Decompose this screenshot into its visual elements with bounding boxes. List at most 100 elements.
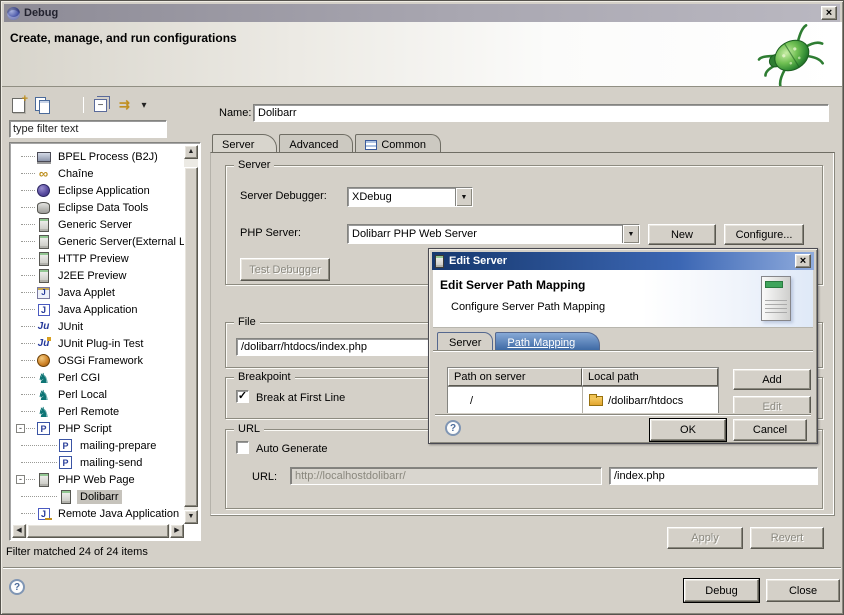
duplicate-config-icon[interactable]: [33, 96, 52, 114]
tree-item-http-preview[interactable]: HTTP Preview: [12, 250, 184, 267]
auto-generate-checkbox[interactable]: [236, 441, 249, 454]
tree-indent: [12, 301, 36, 318]
edit-mapping-button[interactable]: Edit: [733, 396, 811, 413]
name-input[interactable]: Dolibarr: [253, 104, 829, 122]
tree-item-eclipse-application[interactable]: Eclipse Application: [12, 182, 184, 199]
tree-item-label: Java Application: [55, 303, 141, 317]
tree-hscrollbar[interactable]: ◀ ▶: [12, 524, 184, 538]
filter-input[interactable]: type filter text: [9, 120, 167, 138]
tree-item-dolibarr[interactable]: Dolibarr: [12, 488, 184, 505]
launch-tree: BPEL Process (B2J)ChaîneEclipse Applicat…: [9, 142, 201, 541]
folder-icon: [589, 396, 603, 406]
tree-item-eclipse-data-tools[interactable]: Eclipse Data Tools: [12, 199, 184, 216]
tab-server[interactable]: Server: [212, 134, 277, 153]
tree-indent: [12, 488, 58, 505]
dialog-content: Path on serverLocal path //dolibarr/htdo…: [433, 350, 813, 413]
debug-button[interactable]: Debug: [684, 579, 759, 602]
new-server-button[interactable]: New: [648, 224, 716, 245]
tree-item-mailing-prepare[interactable]: mailing-prepare: [12, 437, 184, 454]
cancel-button[interactable]: Cancel: [733, 419, 807, 441]
edit-server-dialog: Edit Server × Edit Server Path Mapping C…: [428, 248, 818, 444]
server-debugger-select[interactable]: XDebug: [347, 187, 473, 207]
revert-button[interactable]: Revert: [750, 527, 824, 549]
php-server-select[interactable]: Dolibarr PHP Web Server: [347, 224, 640, 244]
tree-item-mailing-send[interactable]: mailing-send: [12, 454, 184, 471]
tab-advanced[interactable]: Advanced: [279, 134, 353, 153]
break-first-line-checkbox[interactable]: ✓: [236, 390, 249, 403]
file-group-title: File: [234, 316, 260, 328]
dialog-tab-path-mapping[interactable]: Path Mapping: [495, 332, 600, 351]
scroll-up-arrow[interactable]: ▲: [184, 145, 198, 159]
new-config-icon[interactable]: [9, 96, 28, 114]
tree-item-label: J2EE Preview: [55, 269, 129, 283]
dialog-help-icon[interactable]: ?: [445, 420, 461, 436]
delete-config-icon[interactable]: [57, 96, 76, 114]
tree-vscrollbar[interactable]: ▲ ▼: [184, 145, 198, 524]
tree-hscrollbar-thumb[interactable]: [27, 524, 169, 538]
tree-item-remote-java-application[interactable]: Remote Java Application: [12, 505, 184, 522]
column-header-path-on-server[interactable]: Path on server: [448, 368, 582, 386]
tree-item-junit[interactable]: JUnit: [12, 318, 184, 335]
ok-button[interactable]: OK: [650, 419, 726, 441]
tree-item-osgi-framework[interactable]: OSGi Framework: [12, 352, 184, 369]
tree-item-j2ee-preview[interactable]: J2EE Preview: [12, 267, 184, 284]
tree-item-junit-plug-in-test[interactable]: JUnit Plug-in Test: [12, 335, 184, 352]
url-path-input[interactable]: /index.php: [609, 467, 818, 485]
scroll-down-arrow[interactable]: ▼: [184, 510, 198, 524]
remote-java-icon: [36, 506, 51, 521]
help-icon[interactable]: ?: [9, 579, 25, 595]
tree-item-label: Perl Remote: [55, 405, 122, 419]
apply-button[interactable]: Apply: [667, 527, 743, 549]
tree-item-perl-remote[interactable]: Perl Remote: [12, 403, 184, 420]
dialog-header-subtitle: Configure Server Path Mapping: [451, 301, 605, 313]
close-button[interactable]: Close: [766, 579, 840, 602]
filter-config-icon[interactable]: [115, 96, 134, 114]
tree-item-label: Remote Java Application: [55, 507, 182, 521]
tree-indent: [12, 250, 36, 267]
dialog-tab-server[interactable]: Server: [437, 332, 493, 351]
configure-server-button[interactable]: Configure...: [724, 224, 804, 245]
tree-item-java-applet[interactable]: Java Applet: [12, 284, 184, 301]
column-header-local-path[interactable]: Local path: [582, 368, 718, 386]
tree-indent: -: [12, 420, 36, 437]
scroll-right-arrow[interactable]: ▶: [170, 524, 184, 538]
tree-item-generic-server[interactable]: Generic Server: [12, 216, 184, 233]
server-icon: [36, 234, 51, 249]
launch-toolbar: [9, 94, 149, 116]
tree-item-label: Generic Server(External La: [55, 235, 184, 249]
server-group-title: Server: [234, 159, 274, 171]
collapse-expander-icon[interactable]: -: [16, 475, 25, 484]
tree-item-php-script[interactable]: -PHP Script: [12, 420, 184, 437]
path-mapping-table: Path on serverLocal path //dolibarr/htdo…: [447, 367, 719, 413]
tree-item-cha-ne[interactable]: Chaîne: [12, 165, 184, 182]
combo-arrow-icon[interactable]: [455, 188, 472, 206]
tree-item-php-web-page[interactable]: -PHP Web Page: [12, 471, 184, 488]
collapse-all-icon[interactable]: [91, 96, 110, 114]
local-path-cell: /dolibarr/htdocs: [582, 387, 718, 413]
tree-item-perl-cgi[interactable]: Perl CGI: [12, 369, 184, 386]
config-tabbar: ServerAdvancedCommon: [212, 134, 443, 153]
tab-common[interactable]: Common: [355, 134, 441, 153]
tree-item-perl-local[interactable]: Perl Local: [12, 386, 184, 403]
tree-vscrollbar-thumb[interactable]: [184, 167, 198, 507]
tree-item-java-application[interactable]: Java Application: [12, 301, 184, 318]
combo-arrow-icon[interactable]: [622, 225, 639, 243]
test-debugger-button[interactable]: Test Debugger: [240, 258, 330, 281]
tree-item-label: mailing-send: [77, 456, 145, 470]
tree-item-generic-server-external-la[interactable]: Generic Server(External La: [12, 233, 184, 250]
menu-caret-icon[interactable]: [139, 96, 149, 114]
chain-icon: [36, 166, 51, 181]
dialog-close-button[interactable]: ×: [795, 254, 811, 268]
header-banner: Create, manage, and run configurations: [2, 22, 842, 87]
tree-indent: [12, 437, 58, 454]
server-tower-icon: [761, 276, 791, 321]
window-close-button[interactable]: ×: [821, 6, 837, 20]
tree-item-label: Java Applet: [55, 286, 118, 300]
mapping-row[interactable]: //dolibarr/htdocs: [448, 386, 718, 413]
tree-indent: [12, 182, 36, 199]
scroll-left-arrow[interactable]: ◀: [12, 524, 26, 538]
tree-item-bpel-process-b2j[interactable]: BPEL Process (B2J): [12, 148, 184, 165]
tree-item-label: BPEL Process (B2J): [55, 150, 161, 164]
collapse-expander-icon[interactable]: -: [16, 424, 25, 433]
add-mapping-button[interactable]: Add: [733, 369, 811, 390]
